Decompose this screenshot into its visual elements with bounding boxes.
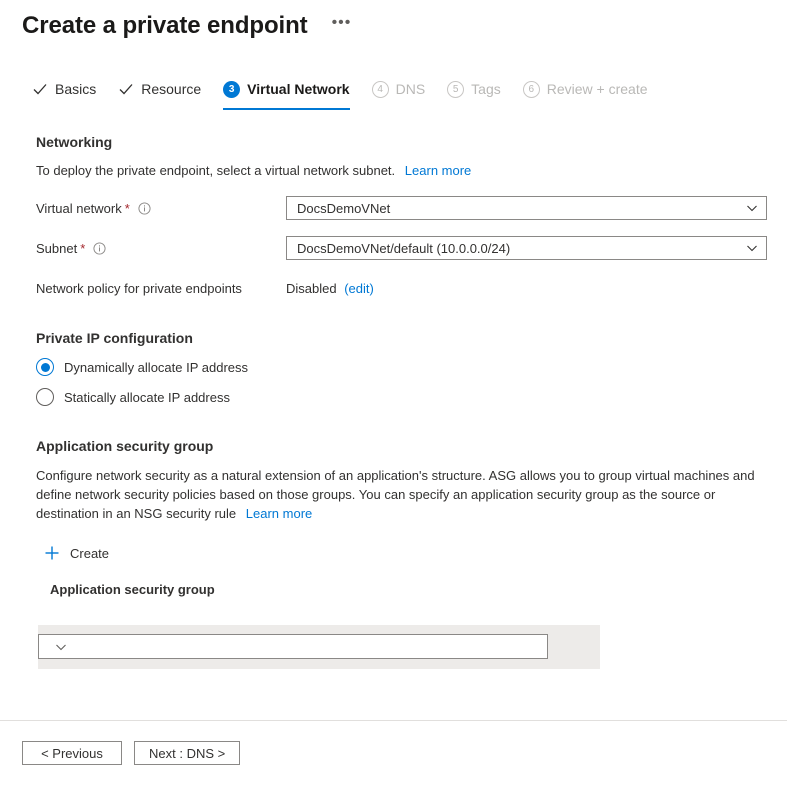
network-policy-value: Disabled bbox=[286, 281, 337, 296]
asg-create-button[interactable]: Create bbox=[44, 545, 109, 561]
asg-create-label: Create bbox=[70, 546, 109, 561]
network-policy-label: Network policy for private endpoints bbox=[36, 281, 286, 296]
asg-description: Configure network security as a natural … bbox=[36, 466, 767, 523]
networking-description: To deploy the private endpoint, select a… bbox=[36, 162, 767, 180]
asg-field-panel bbox=[38, 625, 600, 669]
form-content: Networking To deploy the private endpoin… bbox=[0, 134, 787, 669]
chevron-down-icon bbox=[746, 242, 758, 254]
virtual-network-dropdown[interactable]: DocsDemoVNet bbox=[286, 196, 767, 220]
asg-field-label: Application security group bbox=[36, 582, 767, 605]
radio-label: Statically allocate IP address bbox=[64, 390, 230, 405]
tab-dns[interactable]: 4 DNS bbox=[372, 73, 426, 110]
step-number-badge: 3 bbox=[223, 81, 240, 98]
tab-tags[interactable]: 5 Tags bbox=[447, 73, 501, 110]
network-policy-row: Network policy for private endpoints Dis… bbox=[36, 278, 767, 298]
next-button[interactable]: Next : DNS > bbox=[134, 741, 240, 765]
tab-review-create[interactable]: 6 Review + create bbox=[523, 73, 648, 110]
virtual-network-label: Virtual network * bbox=[36, 201, 286, 216]
info-icon[interactable] bbox=[93, 242, 106, 255]
virtual-network-label-text: Virtual network bbox=[36, 201, 122, 216]
info-icon[interactable] bbox=[138, 202, 151, 215]
subnet-value: DocsDemoVNet/default (10.0.0.0/24) bbox=[297, 241, 740, 256]
networking-learn-more-link[interactable]: Learn more bbox=[405, 163, 471, 178]
radio-label: Dynamically allocate IP address bbox=[64, 360, 248, 375]
step-number-badge: 6 bbox=[523, 81, 540, 98]
step-number-badge: 5 bbox=[447, 81, 464, 98]
footer-divider bbox=[0, 720, 787, 721]
tab-label: Tags bbox=[471, 81, 501, 97]
asg-dropdown[interactable] bbox=[38, 634, 548, 659]
required-asterisk: * bbox=[80, 241, 85, 256]
asg-select-wrapper bbox=[38, 625, 600, 659]
tab-label: Review + create bbox=[547, 81, 648, 97]
tab-label: Basics bbox=[55, 81, 96, 97]
tab-virtual-network[interactable]: 3 Virtual Network bbox=[223, 73, 349, 110]
chevron-down-icon bbox=[55, 641, 67, 653]
networking-heading: Networking bbox=[36, 134, 767, 150]
wizard-tabs: Basics Resource 3 Virtual Network 4 DNS … bbox=[0, 76, 787, 110]
asg-heading: Application security group bbox=[36, 438, 767, 454]
previous-button[interactable]: < Previous bbox=[22, 741, 122, 765]
asg-field-group: Application security group bbox=[36, 582, 767, 669]
network-policy-label-text: Network policy for private endpoints bbox=[36, 281, 242, 296]
more-options-icon[interactable]: ••• bbox=[328, 12, 356, 40]
tab-label: Virtual Network bbox=[247, 81, 349, 97]
subnet-label-text: Subnet bbox=[36, 241, 77, 256]
subnet-label: Subnet * bbox=[36, 241, 286, 256]
check-icon bbox=[118, 81, 134, 97]
asg-description-text: Configure network security as a natural … bbox=[36, 468, 755, 521]
wizard-footer: < Previous Next : DNS > bbox=[22, 741, 252, 765]
radio-selected-icon[interactable] bbox=[36, 358, 54, 376]
plus-icon bbox=[44, 545, 60, 561]
asg-learn-more-link[interactable]: Learn more bbox=[246, 506, 312, 521]
tab-basics[interactable]: Basics bbox=[32, 73, 96, 110]
page-header: Create a private endpoint ••• bbox=[0, 0, 787, 44]
check-icon bbox=[32, 81, 48, 97]
subnet-dropdown[interactable]: DocsDemoVNet/default (10.0.0.0/24) bbox=[286, 236, 767, 260]
required-asterisk: * bbox=[125, 201, 130, 216]
networking-description-text: To deploy the private endpoint, select a… bbox=[36, 163, 395, 178]
tab-label: Resource bbox=[141, 81, 201, 97]
network-policy-edit-link[interactable]: (edit) bbox=[344, 281, 374, 296]
tab-label: DNS bbox=[396, 81, 426, 97]
step-number-badge: 4 bbox=[372, 81, 389, 98]
subnet-row: Subnet * DocsDemoVNet/default (10.0.0.0/… bbox=[36, 236, 767, 260]
virtual-network-value: DocsDemoVNet bbox=[297, 201, 740, 216]
radio-dynamic-allocate[interactable]: Dynamically allocate IP address bbox=[36, 358, 767, 376]
radio-unselected-icon[interactable] bbox=[36, 388, 54, 406]
private-ip-heading: Private IP configuration bbox=[36, 330, 767, 346]
network-policy-value-group: Disabled (edit) bbox=[286, 281, 374, 296]
virtual-network-row: Virtual network * DocsDemoVNet bbox=[36, 196, 767, 220]
chevron-down-icon bbox=[746, 202, 758, 214]
page-title: Create a private endpoint bbox=[22, 11, 308, 41]
radio-static-allocate[interactable]: Statically allocate IP address bbox=[36, 388, 767, 406]
tab-resource[interactable]: Resource bbox=[118, 73, 201, 110]
